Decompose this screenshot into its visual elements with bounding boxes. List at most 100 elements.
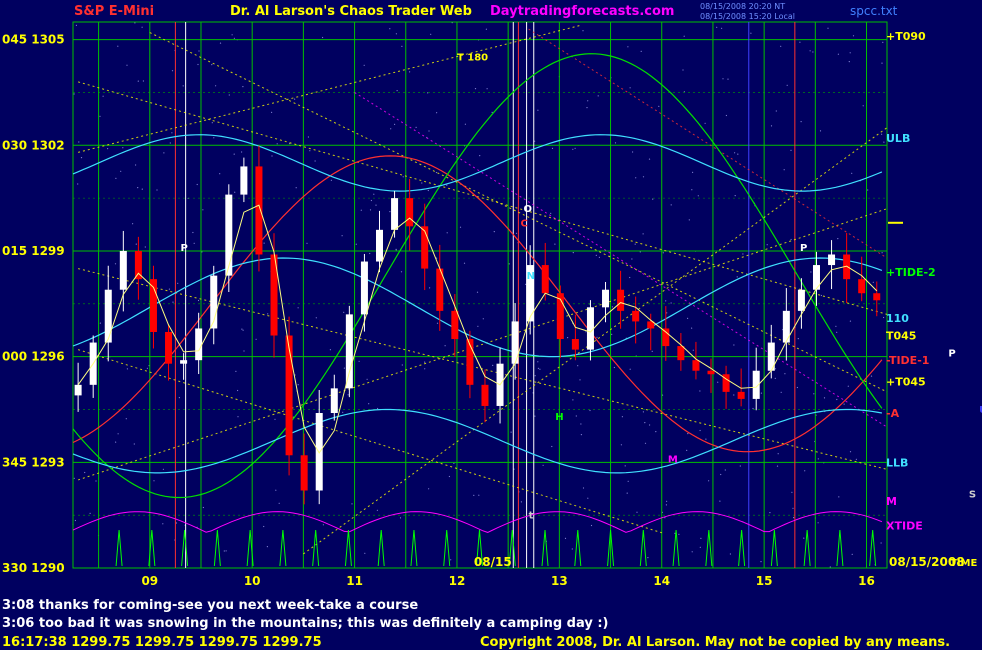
background-dot xyxy=(351,503,353,505)
background-dot xyxy=(837,238,839,240)
background-dot xyxy=(587,497,589,499)
background-dot xyxy=(415,126,417,128)
background-dot xyxy=(115,441,117,443)
background-dot xyxy=(691,551,693,553)
background-dot xyxy=(847,385,849,387)
background-dot xyxy=(634,243,636,245)
candle-body xyxy=(797,289,805,311)
background-dot xyxy=(485,28,487,30)
chart-annotation: t xyxy=(529,511,534,522)
background-dot xyxy=(396,90,398,92)
background-dot xyxy=(482,318,484,320)
background-dot xyxy=(819,130,822,132)
background-dot xyxy=(493,231,495,233)
background-dot xyxy=(243,350,245,352)
background-dot xyxy=(219,173,221,175)
background-dot xyxy=(295,187,297,189)
background-dot xyxy=(838,496,840,498)
background-dot xyxy=(626,492,628,494)
background-dot xyxy=(692,349,694,351)
background-dot xyxy=(724,469,726,471)
site-link[interactable]: Daytradingforecasts.com xyxy=(490,4,674,19)
y-axis-label: 045 1305 xyxy=(2,33,65,47)
background-dot xyxy=(849,52,851,54)
background-dot xyxy=(849,451,852,453)
background-dot xyxy=(133,443,135,445)
background-dot xyxy=(122,147,124,149)
background-dot xyxy=(770,125,773,127)
candle-body xyxy=(195,328,203,361)
background-dot xyxy=(631,258,633,260)
chart-subtitle: Dr. Al Larson's Chaos Trader Web xyxy=(230,4,472,19)
background-dot xyxy=(463,262,466,264)
candle-body xyxy=(345,314,353,389)
background-dot xyxy=(792,507,794,509)
background-dot xyxy=(587,100,589,102)
background-dot xyxy=(774,377,776,379)
background-dot xyxy=(315,317,317,319)
background-dot xyxy=(135,164,137,166)
background-dot xyxy=(233,37,235,39)
background-dot xyxy=(520,501,523,503)
background-dot xyxy=(486,88,488,90)
background-dot xyxy=(881,133,883,135)
background-dot xyxy=(870,375,873,377)
background-dot xyxy=(750,32,752,34)
background-dot xyxy=(769,511,771,514)
background-dot xyxy=(125,418,127,420)
background-dot xyxy=(582,487,585,489)
candle-body xyxy=(677,346,685,361)
price-level-label: T045 xyxy=(886,330,916,343)
background-dot xyxy=(428,488,430,490)
background-dot xyxy=(780,391,782,393)
background-dot xyxy=(473,494,475,496)
background-dot xyxy=(662,252,664,254)
candle-body xyxy=(165,331,173,364)
background-dot xyxy=(572,148,574,150)
background-dot xyxy=(649,424,651,426)
background-dot xyxy=(742,253,744,255)
y-axis-label: 015 1299 xyxy=(2,244,65,258)
background-dot xyxy=(271,155,273,157)
background-dot xyxy=(843,403,845,405)
candle-body xyxy=(617,289,625,311)
background-dot xyxy=(827,27,829,29)
background-dot xyxy=(658,105,660,107)
background-dot xyxy=(427,189,429,192)
y-axis-label: 000 1296 xyxy=(2,350,65,364)
candle-body xyxy=(858,279,866,294)
background-dot xyxy=(390,128,392,130)
background-dot xyxy=(141,26,143,28)
chart-title: S&P E-Mini xyxy=(74,4,155,19)
background-dot xyxy=(760,392,763,394)
y-axis-label: 345 1293 xyxy=(2,455,65,469)
background-dot xyxy=(168,288,170,290)
background-dot xyxy=(586,107,588,109)
background-dot xyxy=(598,256,601,258)
background-dot xyxy=(708,480,710,482)
background-dot xyxy=(156,189,158,191)
background-dot xyxy=(162,468,164,470)
x-tick-label: 15 xyxy=(756,574,773,588)
background-dot xyxy=(395,33,397,35)
background-dot xyxy=(725,114,728,117)
background-dot xyxy=(375,204,377,206)
background-dot xyxy=(872,281,874,283)
background-dot xyxy=(322,36,324,39)
background-dot xyxy=(255,338,257,340)
background-dot xyxy=(627,46,629,48)
background-dot xyxy=(697,195,699,197)
candle-body xyxy=(586,307,594,350)
background-dot xyxy=(564,537,567,540)
background-dot xyxy=(355,243,357,245)
background-dot xyxy=(377,407,379,410)
background-dot xyxy=(314,160,316,162)
background-dot xyxy=(202,506,204,509)
background-dot xyxy=(478,494,480,496)
background-dot xyxy=(435,171,437,174)
background-dot xyxy=(114,263,117,265)
background-dot xyxy=(297,384,299,386)
background-dot xyxy=(635,177,637,179)
background-dot xyxy=(126,368,128,370)
background-dot xyxy=(477,325,479,327)
